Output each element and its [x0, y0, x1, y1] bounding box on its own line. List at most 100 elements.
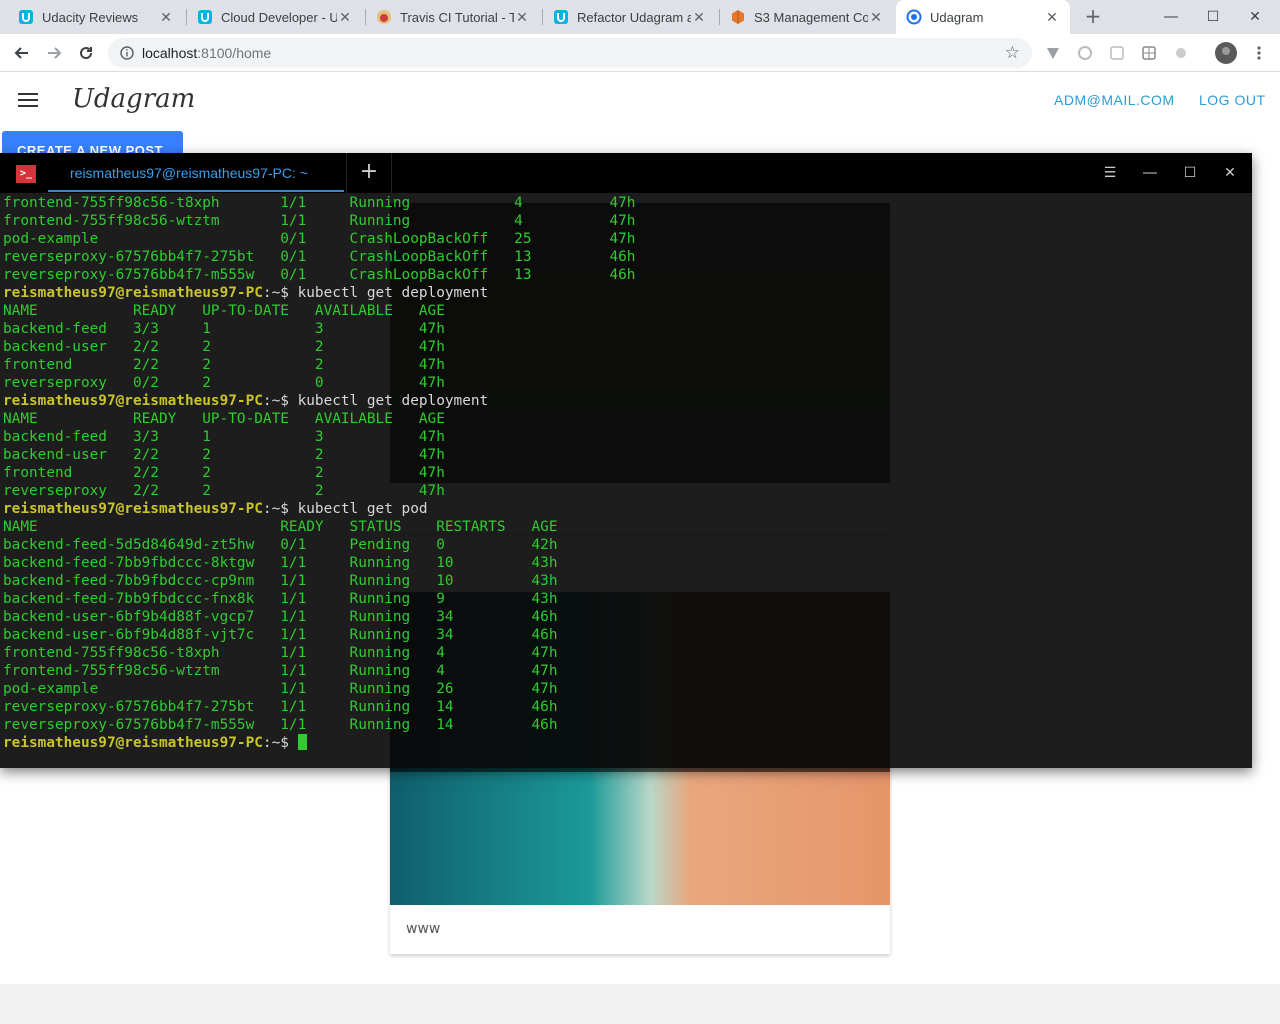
terminal-output-line: backend-feed-7bb9fbdccc-cp9nm 1/1 Runnin…	[3, 573, 558, 589]
tab-title: S3 Management Co	[754, 9, 868, 25]
browser-tab-5[interactable]: S3 Management Co ✕	[720, 0, 894, 34]
terminal-tab[interactable]: reismatheus97@reismatheus97-PC: ~	[48, 153, 344, 192]
logout-button[interactable]: LOG OUT	[1199, 92, 1266, 108]
browser-tab-2[interactable]: Cloud Developer - U ✕	[187, 0, 363, 34]
extension-icon[interactable]	[1171, 43, 1191, 63]
terminal-output-line: backend-feed-5d5d84649d-zt5hw 0/1 Pendin…	[3, 537, 558, 553]
extension-icon[interactable]	[1107, 43, 1127, 63]
browser-tab-3[interactable]: Travis CI Tutorial - Tr ✕	[366, 0, 540, 34]
terminal-command-line: reismatheus97@reismatheus97-PC:~$ kubect…	[3, 392, 1249, 410]
prompt-user: reismatheus97@reismatheus97-PC	[3, 501, 263, 517]
terminal-output-line: frontend-755ff98c56-wtztm 1/1 Running 4 …	[3, 213, 636, 229]
extension-icon[interactable]	[1075, 43, 1095, 63]
command-text: kubectl get pod	[297, 501, 428, 517]
terminal-output-line: frontend-755ff98c56-t8xph 1/1 Running 4 …	[3, 645, 558, 661]
star-icon[interactable]: ☆	[1005, 43, 1020, 63]
terminal-output-line: backend-feed 3/3 1 3 47h	[3, 321, 445, 337]
terminal-window[interactable]: >_ reismatheus97@reismatheus97-PC: ~ + ☰…	[0, 153, 1252, 768]
command-text: kubectl get deployment	[297, 393, 489, 409]
command-text: kubectl get deployment	[297, 285, 489, 301]
browser-tab-strip: Udacity Reviews ✕ Cloud Developer - U ✕ …	[0, 0, 1280, 34]
close-icon[interactable]: ✕	[691, 9, 707, 26]
close-icon[interactable]: ✕	[337, 9, 353, 26]
reload-button[interactable]	[72, 39, 100, 67]
reload-icon	[80, 47, 93, 60]
terminal-output-line: backend-feed-7bb9fbdccc-8ktgw 1/1 Runnin…	[3, 555, 558, 571]
close-icon[interactable]: ✕	[158, 9, 174, 26]
vivaldi-extension-icon[interactable]	[1043, 43, 1063, 63]
maximize-button[interactable]: ☐	[1180, 163, 1200, 183]
minimize-button[interactable]: ―	[1150, 0, 1192, 34]
terminal-output-line: frontend-755ff98c56-wtztm 1/1 Running 4 …	[3, 663, 558, 679]
terminal-output-line: reverseproxy 2/2 2 2 47h	[3, 483, 445, 499]
terminal-output-line: pod-example 1/1 Running 26 47h	[3, 681, 558, 697]
forward-button[interactable]	[40, 39, 68, 67]
browser-toolbar: localhost:8100/home ☆	[0, 34, 1280, 72]
close-icon[interactable]: ✕	[868, 9, 884, 26]
terminal-output-line: backend-user-6bf9b4d88f-vgcp7 1/1 Runnin…	[3, 609, 558, 625]
terminal-command-line: reismatheus97@reismatheus97-PC:~$ kubect…	[3, 500, 1249, 518]
arrow-right-icon	[48, 47, 62, 59]
new-tab-button[interactable]: +	[1080, 4, 1106, 30]
travis-icon	[376, 9, 392, 25]
close-window-button[interactable]: ✕	[1220, 163, 1240, 183]
terminal-output-line: NAME READY UP-TO-DATE AVAILABLE AGE	[3, 411, 445, 427]
tab-title: Udagram	[930, 9, 984, 25]
prompt-symbol: :~$	[262, 735, 298, 751]
url-path: :8100/home	[197, 45, 272, 61]
prompt-user: reismatheus97@reismatheus97-PC	[3, 735, 263, 751]
close-icon[interactable]: ✕	[514, 9, 530, 26]
prompt-symbol: :~$	[262, 393, 298, 409]
info-icon	[120, 46, 134, 60]
terminal-output-line: backend-feed-7bb9fbdccc-fnx8k 1/1 Runnin…	[3, 591, 558, 607]
terminal-output-line: backend-user-6bf9b4d88f-vjt7c 1/1 Runnin…	[3, 627, 558, 643]
terminal-command-line: reismatheus97@reismatheus97-PC:~$ kubect…	[3, 284, 1249, 302]
minimize-button[interactable]: ―	[1140, 163, 1160, 183]
browser-tab-4[interactable]: Refactor Udagram a ✕	[543, 0, 717, 34]
post-caption: www	[406, 921, 441, 937]
terminal-active-prompt: reismatheus97@reismatheus97-PC:~$	[3, 734, 1249, 752]
address-bar[interactable]: localhost:8100/home ☆	[108, 38, 1032, 68]
udacity-icon	[553, 9, 569, 25]
terminal-app-icon: >_	[16, 165, 36, 183]
hamburger-menu-icon[interactable]: ☰	[1100, 163, 1120, 183]
browser-tab-6[interactable]: Udagram ✕	[896, 0, 1070, 34]
close-window-button[interactable]: ✕	[1234, 0, 1276, 34]
tab-title: Refactor Udagram a	[577, 9, 691, 25]
udacity-icon	[197, 9, 213, 25]
tab-title: Cloud Developer - U	[221, 9, 337, 25]
arrow-left-icon	[14, 47, 28, 59]
globe-icon	[906, 9, 922, 25]
terminal-output-line: NAME READY STATUS RESTARTS AGE	[3, 519, 558, 535]
terminal-cursor[interactable]	[297, 734, 307, 750]
prompt-user: reismatheus97@reismatheus97-PC	[3, 285, 263, 301]
maximize-button[interactable]: ☐	[1192, 0, 1234, 34]
app-header: Udagram ADM@MAIL.COM LOG OUT	[0, 72, 1280, 129]
prompt-user: reismatheus97@reismatheus97-PC	[3, 393, 263, 409]
menu-dots-icon[interactable]	[1249, 43, 1269, 63]
terminal-output-line: frontend-755ff98c56-t8xph 1/1 Running 4 …	[3, 195, 636, 211]
browser-tab-1[interactable]: Udacity Reviews ✕	[8, 0, 184, 34]
back-button[interactable]	[8, 39, 36, 67]
udacity-icon	[18, 9, 34, 25]
url-host: localhost	[142, 45, 198, 61]
prompt-symbol: :~$	[262, 285, 298, 301]
terminal-output-line: backend-user 2/2 2 2 47h	[3, 339, 445, 355]
terminal-output-line: reverseproxy-67576bb4f7-m555w 1/1 Runnin…	[3, 717, 558, 733]
extension-icon[interactable]	[1139, 43, 1159, 63]
close-icon[interactable]: ✕	[1044, 9, 1060, 26]
avatar[interactable]	[1215, 42, 1237, 64]
tab-title: Udacity Reviews	[42, 9, 139, 25]
terminal-output-line: pod-example 0/1 CrashLoopBackOff 25 47h	[3, 231, 636, 247]
terminal-output-line: backend-feed 3/3 1 3 47h	[3, 429, 445, 445]
prompt-symbol: :~$	[262, 501, 298, 517]
terminal-output-line: reverseproxy-67576bb4f7-m555w 0/1 CrashL…	[3, 267, 636, 283]
user-email-link[interactable]: ADM@MAIL.COM	[1054, 92, 1175, 108]
hamburger-menu-icon[interactable]	[18, 92, 38, 112]
new-terminal-tab-button[interactable]: +	[346, 153, 392, 193]
terminal-output-line: NAME READY UP-TO-DATE AVAILABLE AGE	[3, 303, 445, 319]
terminal-output-line: reverseproxy 0/2 2 0 47h	[3, 375, 445, 391]
terminal-output[interactable]: frontend-755ff98c56-t8xph 1/1 Running 4 …	[3, 194, 1249, 764]
app-brand: Udagram	[72, 84, 196, 114]
terminal-output-line: frontend 2/2 2 2 47h	[3, 357, 445, 373]
